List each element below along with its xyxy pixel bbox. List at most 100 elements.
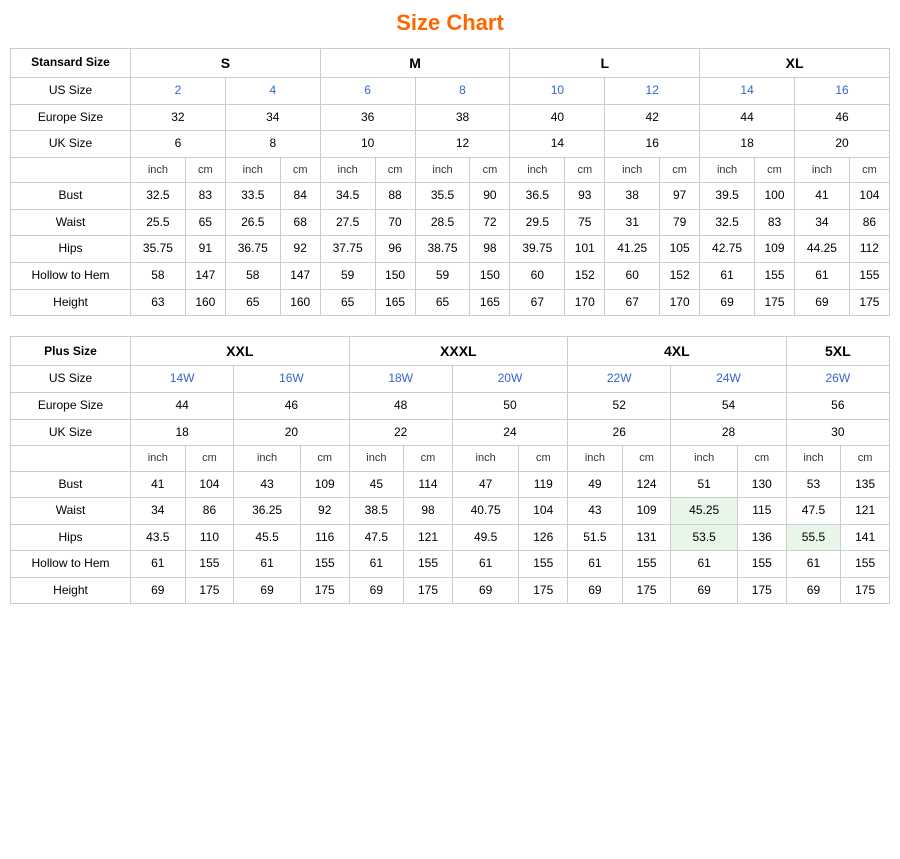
- l-group: L: [510, 49, 700, 78]
- plus-eu-4xl1: 52: [568, 393, 671, 420]
- eu-m2: 38: [415, 104, 510, 131]
- cell: 65: [185, 209, 225, 236]
- plus-u10: cm: [622, 446, 671, 471]
- cell: 43: [234, 471, 301, 498]
- plus-us-5xl1: 26W: [786, 366, 889, 393]
- xxl-group: XXL: [131, 337, 350, 366]
- plus-size-label: Plus Size: [11, 337, 131, 366]
- cell: 61: [786, 551, 841, 578]
- cell: 91: [185, 236, 225, 263]
- cell: 96: [375, 236, 415, 263]
- uk-xl1: 18: [700, 131, 795, 158]
- cell: 61: [700, 263, 755, 290]
- std-u12: cm: [660, 157, 700, 182]
- cell: 38.5: [349, 498, 404, 525]
- plus-uk-xxl1: 18: [131, 419, 234, 446]
- eu-xl1: 44: [700, 104, 795, 131]
- cell: 92: [280, 236, 320, 263]
- cell: 116: [300, 524, 349, 551]
- cell: 32.5: [131, 183, 186, 210]
- std-u2: cm: [185, 157, 225, 182]
- cell: 27.5: [320, 209, 375, 236]
- cell: 72: [470, 209, 510, 236]
- cell: 60: [605, 263, 660, 290]
- plus-us-4xl2: 24W: [671, 366, 786, 393]
- row-label: Waist: [11, 498, 131, 525]
- 4xl-group: 4XL: [568, 337, 787, 366]
- cell: 83: [185, 183, 225, 210]
- uk-m1: 10: [320, 131, 415, 158]
- cell: 61: [671, 551, 738, 578]
- table-row: Hips35.759136.759237.759638.759839.75101…: [11, 236, 890, 263]
- us-s2: 4: [225, 78, 320, 105]
- standard-size-section: Stansard Size S M L XL US Size 2 4 6 8 1…: [10, 48, 890, 316]
- us-xl2: 16: [795, 78, 890, 105]
- plus-size-table: Plus Size XXL XXXL 4XL 5XL US Size 14W 1…: [10, 336, 890, 604]
- cell: 69: [568, 577, 623, 604]
- cell: 126: [519, 524, 568, 551]
- plus-us-label: US Size: [11, 366, 131, 393]
- cell: 41: [795, 183, 850, 210]
- cell: 70: [375, 209, 415, 236]
- cell: 155: [300, 551, 349, 578]
- cell: 136: [738, 524, 787, 551]
- cell: 83: [754, 209, 794, 236]
- cell: 155: [738, 551, 787, 578]
- cell: 86: [185, 498, 234, 525]
- xl-group: XL: [700, 49, 890, 78]
- cell: 34: [131, 498, 186, 525]
- std-u6: cm: [375, 157, 415, 182]
- cell: 155: [849, 263, 889, 290]
- s-group: S: [131, 49, 321, 78]
- table-row: Bust41104431094511447119491245113053135: [11, 471, 890, 498]
- cell: 41: [131, 471, 186, 498]
- cell: 152: [660, 263, 700, 290]
- cell: 175: [849, 289, 889, 316]
- std-u7: inch: [415, 157, 470, 182]
- cell: 47: [452, 471, 519, 498]
- cell: 28.5: [415, 209, 470, 236]
- plus-uk-4xl1: 26: [568, 419, 671, 446]
- std-u13: inch: [700, 157, 755, 182]
- cell: 25.5: [131, 209, 186, 236]
- cell: 37.75: [320, 236, 375, 263]
- cell: 65: [415, 289, 470, 316]
- cell: 43: [568, 498, 623, 525]
- standard-size-label: Stansard Size: [11, 49, 131, 78]
- cell: 33.5: [225, 183, 280, 210]
- eu-l1: 40: [510, 104, 605, 131]
- std-u14: cm: [754, 157, 794, 182]
- cell: 68: [280, 209, 320, 236]
- cell: 67: [605, 289, 660, 316]
- cell: 61: [234, 551, 301, 578]
- plus-uk-xxxl1: 22: [349, 419, 452, 446]
- cell: 86: [849, 209, 889, 236]
- cell: 38: [605, 183, 660, 210]
- cell: 58: [225, 263, 280, 290]
- cell: 124: [622, 471, 671, 498]
- cell: 61: [349, 551, 404, 578]
- cell: 35.5: [415, 183, 470, 210]
- table-row: Hollow to Hem611556115561155611556115561…: [11, 551, 890, 578]
- eu-m1: 36: [320, 104, 415, 131]
- cell: 39.75: [510, 236, 565, 263]
- cell: 69: [349, 577, 404, 604]
- cell: 175: [404, 577, 453, 604]
- cell: 61: [568, 551, 623, 578]
- plus-u11: inch: [671, 446, 738, 471]
- us-m1: 6: [320, 78, 415, 105]
- cell: 175: [738, 577, 787, 604]
- cell: 104: [519, 498, 568, 525]
- xxxl-group: XXXL: [349, 337, 568, 366]
- cell: 61: [131, 551, 186, 578]
- plus-u5: inch: [349, 446, 404, 471]
- cell: 150: [470, 263, 510, 290]
- cell: 69: [795, 289, 850, 316]
- cell: 47.5: [786, 498, 841, 525]
- cell: 109: [300, 471, 349, 498]
- cell: 58: [131, 263, 186, 290]
- cell: 112: [849, 236, 889, 263]
- eu-l2: 42: [605, 104, 700, 131]
- plus-u2: cm: [185, 446, 234, 471]
- cell: 170: [660, 289, 700, 316]
